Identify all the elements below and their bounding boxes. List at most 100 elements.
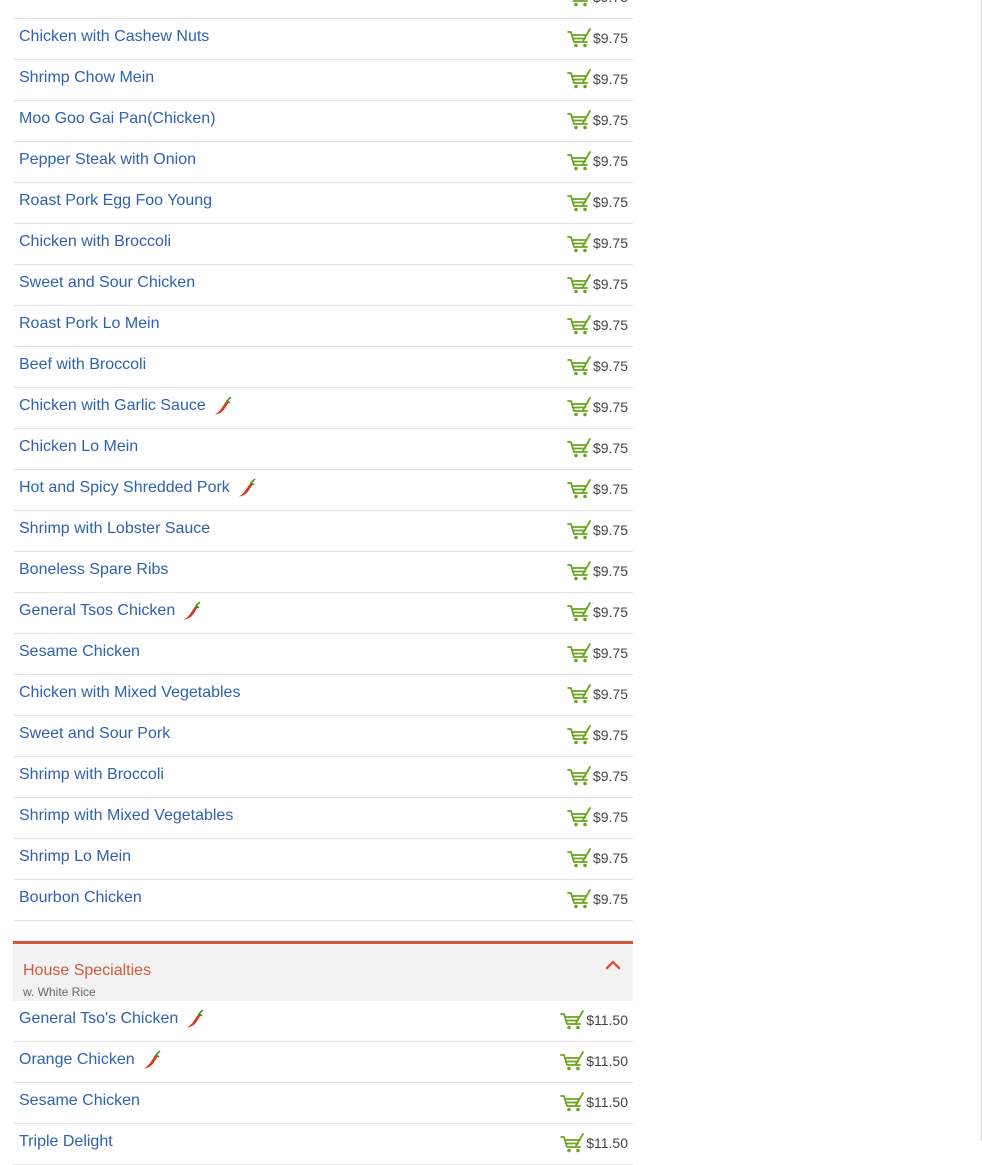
shopping-cart-icon[interactable] (567, 806, 591, 828)
shopping-cart-icon[interactable] (567, 601, 591, 623)
menu-item-row[interactable]: Shrimp with Mixed Vegetables $9.75 (13, 798, 633, 839)
menu-item-row[interactable]: Chicken with Chow Mein $9.75 (13, 0, 633, 19)
menu-item-row[interactable]: Chicken with Cashew Nuts $9.75 (13, 19, 633, 60)
menu-item-row[interactable]: Roast Pork Lo Mein $9.75 (13, 306, 633, 347)
menu-item-name[interactable]: Sweet and Sour Chicken (19, 274, 195, 292)
menu-item-row[interactable]: Roast Pork Egg Foo Young $9.75 (13, 183, 633, 224)
menu-item-row[interactable]: Chicken with Mixed Vegetables $9.75 (13, 675, 633, 716)
menu-item-row[interactable]: Beef with Broccoli $9.75 (13, 347, 633, 388)
menu-item-name[interactable]: Sweet and Sour Pork (19, 725, 170, 743)
menu-item-name[interactable]: Chicken with Broccoli (19, 233, 171, 251)
shopping-cart-icon[interactable] (560, 1091, 585, 1113)
shopping-cart-icon[interactable] (567, 150, 591, 172)
shopping-cart-icon[interactable] (567, 519, 591, 541)
menu-item-row[interactable]: Chicken with Garlic Sauce $9.75 (13, 388, 633, 429)
menu-list: Chicken with Chow Mein $9.75 Chicken wit… (13, 0, 633, 1165)
menu-item-price: $9.75 (592, 30, 628, 46)
shopping-cart-icon[interactable] (567, 437, 591, 459)
menu-item-name[interactable]: Bourbon Chicken (19, 889, 142, 907)
shopping-cart-icon[interactable] (567, 68, 591, 90)
menu-item-row[interactable]: Bourbon Chicken $9.75 (13, 880, 633, 921)
menu-item-name[interactable]: Roast Pork Lo Mein (19, 315, 160, 333)
menu-item-row[interactable]: Boneless Spare Ribs $9.75 (13, 552, 633, 593)
menu-item-row[interactable]: Shrimp Chow Mein $9.75 (13, 60, 633, 101)
shopping-cart-icon[interactable] (567, 560, 591, 582)
shopping-cart-icon[interactable] (567, 847, 591, 869)
menu-item-row[interactable]: Chicken Lo Mein $9.75 (13, 429, 633, 470)
menu-item-row[interactable]: Shrimp with Broccoli $9.75 (13, 757, 633, 798)
menu-item-price: $9.75 (592, 440, 628, 456)
menu-item-name[interactable]: Moo Goo Gai Pan(Chicken) (19, 110, 216, 128)
menu-item-price: $9.75 (592, 399, 628, 415)
menu-item-price: $9.75 (592, 850, 628, 866)
menu-item-price: $11.50 (586, 1012, 628, 1028)
shopping-cart-icon[interactable] (567, 683, 591, 705)
chevron-up-icon[interactable] (605, 958, 621, 970)
menu-item-price: $9.75 (592, 891, 628, 907)
menu-item-row[interactable]: Sweet and Sour Pork $9.75 (13, 716, 633, 757)
shopping-cart-icon[interactable] (560, 1009, 585, 1031)
menu-item-row[interactable]: Sesame Chicken $9.75 (13, 634, 633, 675)
menu-item-row[interactable]: Pepper Steak with Onion $9.75 (13, 142, 633, 183)
menu-item-name[interactable]: Boneless Spare Ribs (19, 561, 168, 579)
shopping-cart-icon[interactable] (567, 478, 591, 500)
menu-item-row[interactable]: Triple Delight $11.50 (13, 1124, 633, 1165)
menu-item-price: $9.75 (592, 317, 628, 333)
shopping-cart-icon[interactable] (567, 191, 591, 213)
menu-item-name[interactable]: Chicken with Garlic Sauce (19, 397, 206, 415)
menu-item-row[interactable]: Sweet and Sour Chicken $9.75 (13, 265, 633, 306)
shopping-cart-icon[interactable] (567, 109, 591, 131)
menu-item-price: $9.75 (592, 768, 628, 784)
menu-item-row[interactable]: Moo Goo Gai Pan(Chicken) $9.75 (13, 101, 633, 142)
menu-item-price: $9.75 (592, 276, 628, 292)
menu-item-name[interactable]: Triple Delight (19, 1133, 113, 1151)
menu-item-name[interactable]: Chicken with Chow Mein (19, 0, 194, 5)
chili-pepper-icon (184, 601, 201, 620)
menu-item-price: $9.75 (592, 563, 628, 579)
menu-item-row[interactable]: Orange Chicken $11.50 (13, 1042, 633, 1083)
menu-item-name[interactable]: Chicken Lo Mein (19, 438, 138, 456)
menu-item-row[interactable]: Chicken with Broccoli $9.75 (13, 224, 633, 265)
menu-item-name[interactable]: Pepper Steak with Onion (19, 151, 196, 169)
menu-item-name[interactable]: Hot and Spicy Shredded Pork (19, 479, 230, 497)
menu-item-name[interactable]: Shrimp Chow Mein (19, 69, 154, 87)
shopping-cart-icon[interactable] (567, 27, 591, 49)
menu-item-name[interactable]: Roast Pork Egg Foo Young (19, 192, 212, 210)
shopping-cart-icon[interactable] (567, 232, 591, 254)
menu-item-name[interactable]: Beef with Broccoli (19, 356, 146, 374)
menu-item-name[interactable]: General Tso's Chicken (19, 1010, 178, 1028)
shopping-cart-icon[interactable] (567, 0, 591, 8)
menu-item-name[interactable]: Orange Chicken (19, 1051, 135, 1069)
menu-item-row[interactable]: Sesame Chicken $11.50 (13, 1083, 633, 1124)
shopping-cart-icon[interactable] (560, 1050, 585, 1072)
shopping-cart-icon[interactable] (560, 1132, 585, 1154)
section-header-house-specialties[interactable]: House Specialties w. White Rice (13, 941, 633, 1001)
menu-item-row[interactable]: Shrimp Lo Mein $9.75 (13, 839, 633, 880)
menu-section-house-specialties: General Tso's Chicken $11.50 Orange Chic… (13, 1001, 633, 1165)
menu-item-row[interactable]: General Tso's Chicken $11.50 (13, 1001, 633, 1042)
shopping-cart-icon[interactable] (567, 765, 591, 787)
shopping-cart-icon[interactable] (567, 888, 591, 910)
menu-item-price: $11.50 (586, 1053, 628, 1069)
menu-item-name[interactable]: Shrimp with Lobster Sauce (19, 520, 210, 538)
menu-item-name[interactable]: Shrimp Lo Mein (19, 848, 131, 866)
menu-item-row[interactable]: Shrimp with Lobster Sauce $9.75 (13, 511, 633, 552)
menu-item-name[interactable]: Chicken with Mixed Vegetables (19, 684, 240, 702)
menu-item-price: $9.75 (592, 153, 628, 169)
section-title: House Specialties (23, 962, 152, 979)
menu-section-items: Chicken with Chow Mein $9.75 Chicken wit… (13, 0, 633, 921)
menu-item-name[interactable]: Chicken with Cashew Nuts (19, 28, 209, 46)
shopping-cart-icon[interactable] (567, 314, 591, 336)
shopping-cart-icon[interactable] (567, 273, 591, 295)
menu-item-name[interactable]: Sesame Chicken (19, 643, 140, 661)
menu-item-row[interactable]: General Tsos Chicken $9.75 (13, 593, 633, 634)
menu-item-name[interactable]: General Tsos Chicken (19, 602, 175, 620)
menu-item-name[interactable]: Shrimp with Mixed Vegetables (19, 807, 233, 825)
menu-item-name[interactable]: Sesame Chicken (19, 1092, 140, 1110)
shopping-cart-icon[interactable] (567, 724, 591, 746)
menu-item-row[interactable]: Hot and Spicy Shredded Pork $9.75 (13, 470, 633, 511)
menu-item-name[interactable]: Shrimp with Broccoli (19, 766, 164, 784)
shopping-cart-icon[interactable] (567, 396, 591, 418)
shopping-cart-icon[interactable] (567, 355, 591, 377)
shopping-cart-icon[interactable] (567, 642, 591, 664)
